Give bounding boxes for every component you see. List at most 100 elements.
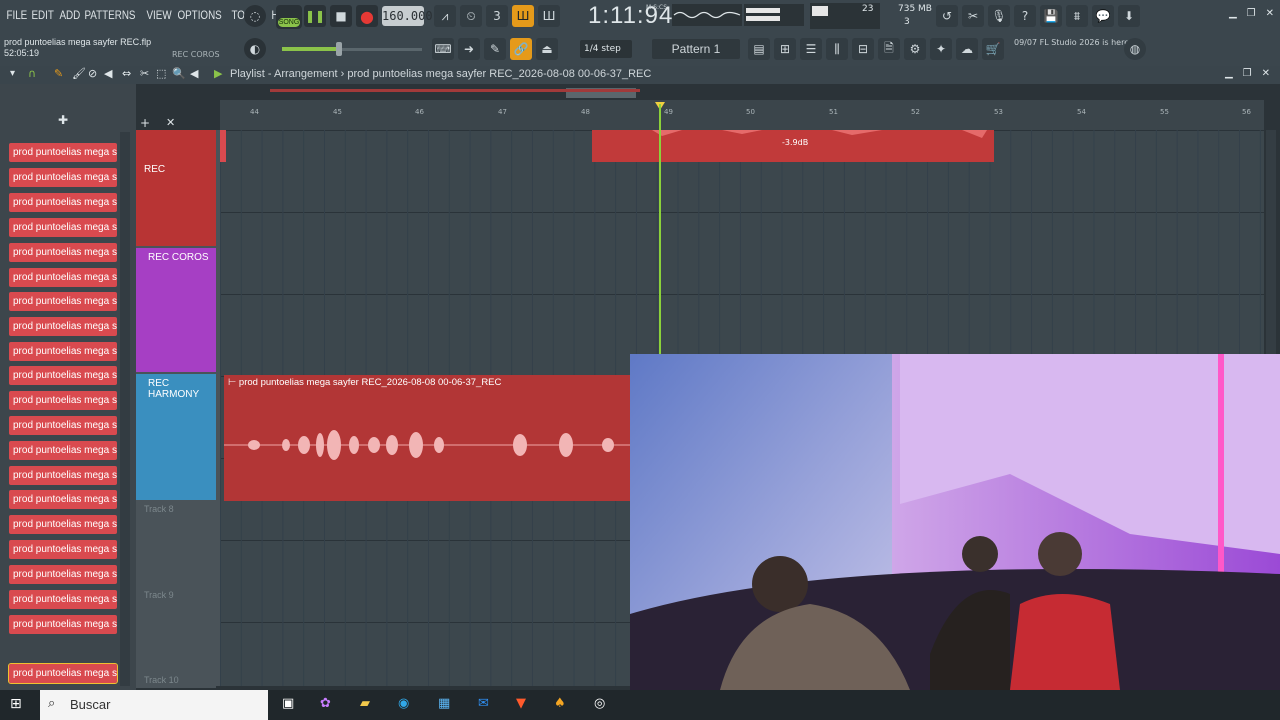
pattern-item[interactable]: prod puntoelias mega sa.. bbox=[9, 366, 117, 385]
paint-tool-icon[interactable]: 🖌 bbox=[72, 67, 86, 80]
pattern-item[interactable]: prod puntoelias mega sa.. bbox=[9, 317, 117, 336]
chat-icon[interactable]: 💬 bbox=[1092, 5, 1114, 27]
download-icon[interactable]: ⬇ bbox=[1118, 5, 1140, 27]
shop-icon[interactable]: 🛒 bbox=[982, 38, 1004, 60]
song-mode-toggle[interactable]: SONG bbox=[276, 5, 302, 29]
master-volume-handle[interactable] bbox=[336, 42, 342, 56]
menu-patterns[interactable]: PATTERNS bbox=[82, 6, 138, 24]
news-panel[interactable]: 09/07 FL Studio 2026 is here bbox=[1014, 38, 1129, 48]
menu-view[interactable]: VIEW bbox=[144, 6, 174, 24]
file-icon[interactable]: 🗎 bbox=[878, 38, 900, 60]
obs-icon[interactable]: ◎ bbox=[594, 696, 605, 711]
plugin-icon[interactable]: ⚙ bbox=[904, 38, 926, 60]
playlist-restore-icon[interactable]: ❐ bbox=[1243, 68, 1252, 79]
close-icon[interactable]: ✕ bbox=[1266, 8, 1274, 19]
mixer-icon[interactable]: ⩩ bbox=[1066, 5, 1088, 27]
pause-button[interactable]: ❚❚ bbox=[304, 5, 326, 27]
picker-scrollbar[interactable] bbox=[120, 132, 130, 686]
save-icon[interactable]: 💾 bbox=[1040, 5, 1062, 27]
mixer-window-icon[interactable]: ⫼ bbox=[826, 38, 848, 60]
brave-icon[interactable]: ▼ bbox=[516, 696, 526, 711]
pattern-item[interactable]: prod puntoelias mega sa.. bbox=[9, 490, 117, 509]
pattern-item[interactable]: prod puntoelias mega sa.. bbox=[9, 168, 117, 187]
remove-track-icon[interactable]: ✕ bbox=[166, 116, 175, 129]
windows-start-icon[interactable]: ⊞ bbox=[10, 696, 22, 712]
typing-keyboard-icon[interactable]: ⌨ bbox=[432, 38, 454, 60]
pattern-item[interactable]: prod puntoelias mega sa.. bbox=[9, 540, 117, 559]
picker-add-icon[interactable]: ✚ bbox=[58, 113, 68, 127]
blend-notes-icon[interactable]: Ш bbox=[538, 5, 560, 27]
piano-roll-icon[interactable]: ⊞ bbox=[774, 38, 796, 60]
help-icon[interactable]: ? bbox=[1014, 5, 1036, 27]
track-9[interactable]: Track 9 bbox=[136, 588, 216, 672]
arrow-icon[interactable]: ➜ bbox=[458, 38, 480, 60]
cloud-icon[interactable]: ☁ bbox=[956, 38, 978, 60]
pattern-item[interactable]: prod puntoelias mega sa.. bbox=[9, 342, 117, 361]
track-rec-harmony[interactable]: REC HARMONY bbox=[136, 374, 216, 500]
playhead[interactable] bbox=[659, 104, 661, 354]
track-rec-coros[interactable]: REC COROS bbox=[136, 248, 216, 372]
audio-clip-harmony[interactable] bbox=[224, 375, 630, 501]
cut-icon[interactable]: ✂ bbox=[962, 5, 984, 27]
tools-icon[interactable]: ✦ bbox=[930, 38, 952, 60]
playlist-menu-icon[interactable]: ▾ bbox=[10, 68, 15, 79]
wait-input-icon[interactable]: ⏲ bbox=[460, 5, 482, 27]
play-icon[interactable]: ▶ bbox=[214, 67, 222, 80]
pattern-item[interactable]: prod puntoelias mega sa.. bbox=[9, 243, 117, 262]
pattern-item[interactable]: prod puntoelias mega sa.. bbox=[9, 590, 117, 609]
master-pitch-knob[interactable]: ◐ bbox=[244, 38, 266, 60]
pattern-item[interactable]: prod puntoelias mega sa.. bbox=[9, 268, 117, 287]
undo-icon[interactable]: ↺ bbox=[936, 5, 958, 27]
mic-icon[interactable]: 🎙 bbox=[988, 5, 1010, 27]
pattern-item[interactable]: prod puntoelias mega sa.. bbox=[9, 441, 117, 460]
link-icon[interactable]: 🔗 bbox=[510, 38, 532, 60]
outlook-icon[interactable]: ✉ bbox=[478, 696, 489, 711]
delete-tool-icon[interactable]: ⊘ bbox=[88, 67, 97, 80]
menu-file[interactable]: FILE bbox=[4, 6, 30, 24]
menu-add[interactable]: ADD bbox=[57, 6, 83, 24]
menu-edit[interactable]: EDIT bbox=[29, 6, 56, 24]
playlist-close-icon[interactable]: ✕ bbox=[1262, 68, 1270, 79]
countdown-icon[interactable]: 3 bbox=[486, 5, 508, 27]
pattern-item[interactable]: prod puntoelias mega sa.. bbox=[9, 565, 117, 584]
step-edit-icon[interactable]: ✎ bbox=[484, 38, 506, 60]
stop-button[interactable]: ■ bbox=[330, 5, 352, 27]
zoom-tool-icon[interactable]: 🔍 bbox=[172, 67, 186, 80]
stamp-icon[interactable]: ⏏ bbox=[536, 38, 558, 60]
pattern-item[interactable]: prod puntoelias mega sa.. bbox=[9, 292, 117, 311]
pattern-item[interactable]: prod puntoelias mega sa.. bbox=[9, 466, 117, 485]
pattern-item[interactable]: prod puntoelias mega sa.. bbox=[9, 615, 117, 634]
playlist-minimize-icon[interactable]: ▁ bbox=[1225, 68, 1233, 79]
playback-tool-icon[interactable]: ◀ bbox=[190, 67, 198, 80]
task-view-icon[interactable]: ▣ bbox=[282, 696, 294, 711]
menu-options[interactable]: OPTIONS bbox=[175, 6, 224, 24]
tempo-display[interactable]: 160.000 bbox=[382, 6, 433, 26]
track-10[interactable]: Track 10 bbox=[136, 674, 216, 688]
edge-icon[interactable]: ◉ bbox=[398, 696, 409, 711]
draw-tool-icon[interactable]: ✎ bbox=[54, 67, 63, 80]
metronome-icon[interactable]: ⩘ bbox=[434, 5, 456, 27]
channel-rack-icon[interactable]: ☰ bbox=[800, 38, 822, 60]
pattern-item[interactable]: prod puntoelias mega sa.. bbox=[9, 515, 117, 534]
slice-tool-icon[interactable]: ✂ bbox=[140, 67, 149, 80]
restore-icon[interactable]: ❐ bbox=[1247, 8, 1256, 19]
pattern-item-selected[interactable]: prod puntoelias mega sa.. bbox=[8, 663, 118, 684]
record-meter-icon[interactable]: ◌ bbox=[244, 5, 266, 27]
minimize-icon[interactable]: ▁ bbox=[1229, 8, 1237, 19]
slip-tool-icon[interactable]: ⇔ bbox=[122, 67, 131, 80]
magnet-icon[interactable]: ∩ bbox=[28, 67, 36, 80]
pattern-item[interactable]: prod puntoelias mega sa.. bbox=[9, 193, 117, 212]
copilot-icon[interactable]: ✿ bbox=[320, 696, 331, 711]
track-8[interactable]: Track 8 bbox=[136, 502, 216, 586]
pattern-selector[interactable]: Pattern 1 bbox=[652, 39, 740, 59]
fl-studio-icon[interactable]: ♠ bbox=[554, 696, 566, 711]
store-icon[interactable]: ▦ bbox=[438, 696, 450, 711]
mute-tool-icon[interactable]: ◀ bbox=[104, 67, 112, 80]
snap-selector[interactable]: 1/4 step bbox=[580, 40, 632, 58]
pattern-item[interactable]: prod puntoelias mega sa.. bbox=[9, 391, 117, 410]
timeline-ruler[interactable] bbox=[220, 100, 1264, 130]
pattern-item[interactable]: prod puntoelias mega sa.. bbox=[9, 218, 117, 237]
record-button[interactable]: ● bbox=[356, 5, 378, 27]
select-tool-icon[interactable]: ⬚ bbox=[156, 67, 166, 80]
loop-record-icon[interactable]: Ш bbox=[512, 5, 534, 27]
